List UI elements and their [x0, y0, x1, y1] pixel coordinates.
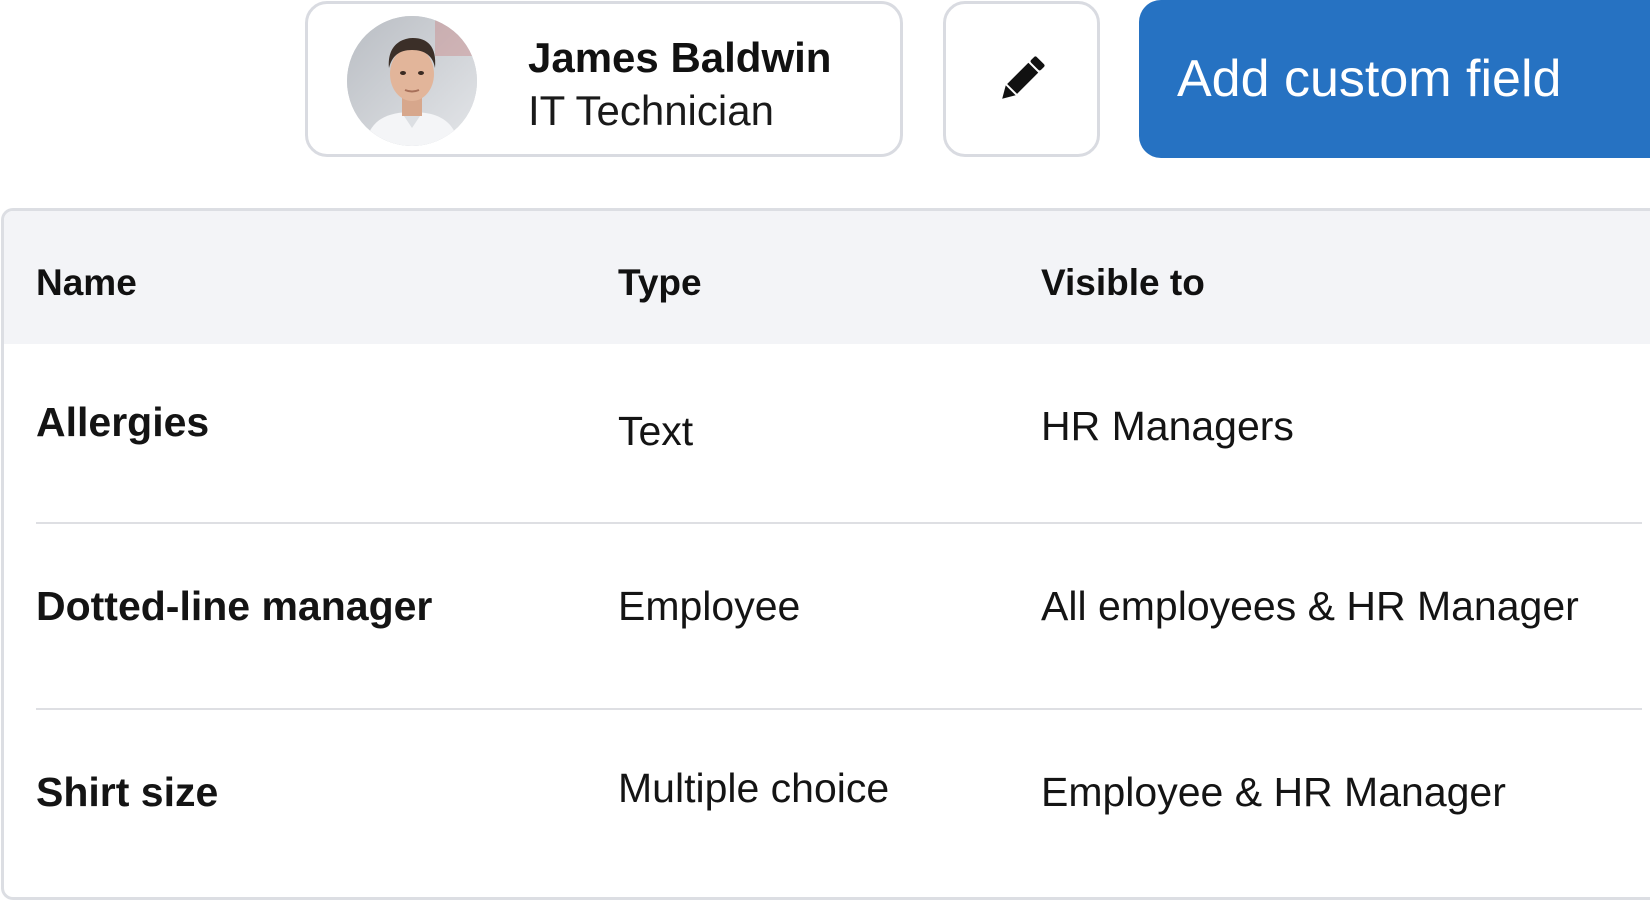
field-name: Allergies: [36, 399, 210, 445]
profile-role: IT Technician: [528, 87, 774, 134]
table-header: Name Type Visible to: [4, 211, 1650, 344]
avatar-photo: [347, 16, 477, 146]
field-type: Employee: [618, 583, 801, 629]
field-visible-to: Employee & HR Manager: [1041, 769, 1506, 815]
field-visible-to: HR Managers: [1041, 403, 1294, 449]
add-custom-field-button[interactable]: Add custom field: [1139, 0, 1650, 158]
field-name: Shirt size: [36, 769, 219, 815]
edit-button[interactable]: [943, 1, 1100, 157]
field-type: Text: [618, 408, 694, 454]
table-row[interactable]: Shirt size Multiple choice Employee & HR…: [4, 710, 1650, 897]
column-header-visible-to[interactable]: Visible to: [1041, 261, 1205, 305]
avatar: [347, 16, 477, 146]
profile-card[interactable]: James Baldwin IT Technician: [305, 1, 903, 157]
custom-fields-table: Name Type Visible to Allergies Text HR M…: [1, 208, 1650, 900]
column-header-name[interactable]: Name: [36, 261, 137, 305]
field-name: Dotted-line manager: [36, 583, 433, 629]
column-header-type[interactable]: Type: [618, 261, 702, 305]
profile-text: James Baldwin IT Technician: [528, 32, 831, 138]
pencil-icon: [1001, 56, 1045, 99]
field-type: Multiple choice: [618, 765, 890, 811]
profile-name: James Baldwin: [528, 34, 832, 81]
field-visible-to: All employees & HR Manager: [1041, 583, 1579, 629]
table-row[interactable]: Allergies Text HR Managers: [4, 344, 1650, 522]
table-row[interactable]: Dotted-line manager Employee All employe…: [4, 524, 1650, 708]
